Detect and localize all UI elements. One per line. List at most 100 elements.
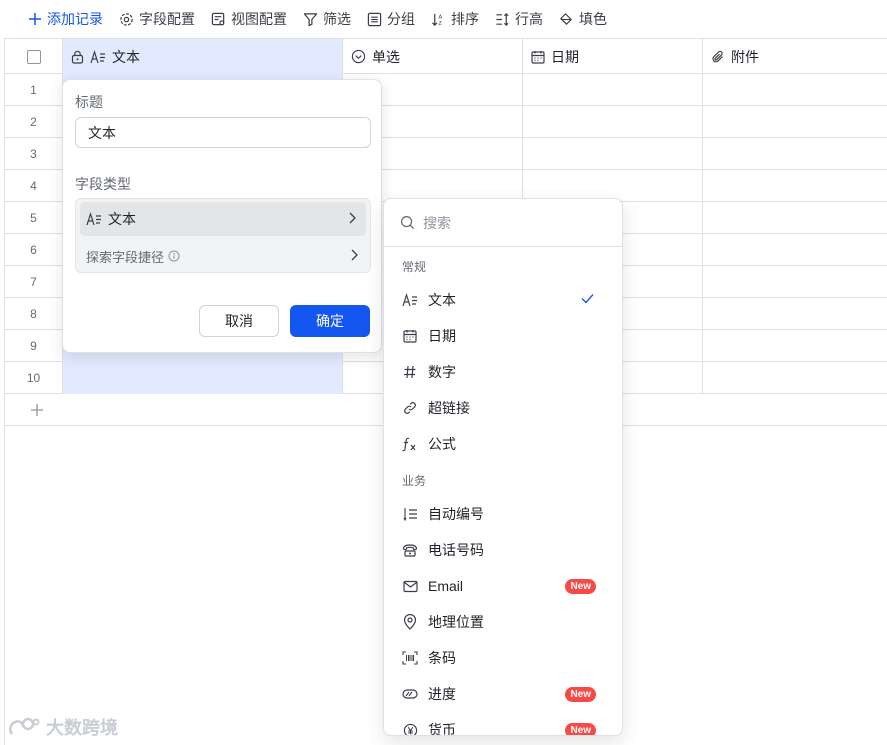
attachment-cell[interactable] xyxy=(703,298,887,330)
location-icon xyxy=(402,614,418,630)
explore-label: 探索字段捷径 xyxy=(86,249,165,265)
field-type-option[interactable]: 条码 xyxy=(384,640,622,676)
date-cell[interactable] xyxy=(523,106,703,138)
row-number: 5 xyxy=(30,211,37,225)
option-label: 公式 xyxy=(428,436,456,452)
field-config-label: 字段配置 xyxy=(139,11,195,27)
attachment-cell[interactable] xyxy=(703,362,887,394)
fill-color-label: 填色 xyxy=(579,11,607,27)
select-all-checkbox[interactable] xyxy=(26,49,41,64)
field-type-option[interactable]: Email New xyxy=(384,568,622,604)
search-bar[interactable]: 搜索 xyxy=(384,199,622,247)
field-edit-popover: 标题 文本 字段类型 文本 探索字段捷径 取消 确定 xyxy=(62,79,382,353)
column-header-single-select[interactable]: 单选 xyxy=(343,39,523,74)
row-height-icon xyxy=(495,12,510,27)
attachment-cell[interactable] xyxy=(703,170,887,202)
option-label: 地理位置 xyxy=(428,614,484,630)
row-number-cell: 4 xyxy=(5,170,63,202)
filter-label: 筛选 xyxy=(323,11,351,27)
confirm-button[interactable]: 确定 xyxy=(290,305,370,337)
attachment-cell[interactable] xyxy=(703,202,887,234)
option-label: 文本 xyxy=(428,292,456,308)
attachment-cell[interactable] xyxy=(703,330,887,362)
group-label: 常规 xyxy=(402,260,427,274)
column-header-date[interactable]: 日期 xyxy=(523,39,703,74)
date-cell[interactable] xyxy=(523,138,703,170)
row-number-cell: 2 xyxy=(5,106,63,138)
row-height-button[interactable]: 行高 xyxy=(495,0,543,38)
attachment-cell[interactable] xyxy=(703,138,887,170)
currency-icon xyxy=(402,723,418,735)
paperclip-icon xyxy=(711,50,725,64)
add-record-label: 添加记录 xyxy=(47,11,103,27)
field-type-box: 文本 探索字段捷径 xyxy=(75,198,371,273)
svg-text:Z: Z xyxy=(439,21,443,27)
field-type-option[interactable]: 自动编号 xyxy=(384,496,622,532)
title-label: 标题 xyxy=(75,94,103,110)
option-label: 数字 xyxy=(428,364,456,380)
text-icon xyxy=(402,293,418,307)
group-button[interactable]: 分组 xyxy=(367,0,415,38)
field-type-option[interactable]: 文本 xyxy=(384,282,622,318)
filter-button[interactable]: 筛选 xyxy=(303,0,351,38)
header-row: 文本 单选 日期 附件 xyxy=(5,39,887,74)
cancel-button[interactable]: 取消 xyxy=(199,305,279,337)
field-type-option[interactable]: 电话号码 xyxy=(384,532,622,568)
title-input[interactable]: 文本 xyxy=(75,117,371,148)
column-header-text[interactable]: 文本 xyxy=(63,39,343,74)
filter-icon xyxy=(303,12,318,27)
row-number: 10 xyxy=(26,371,41,385)
gear-icon xyxy=(119,12,134,27)
field-type-select[interactable]: 文本 xyxy=(80,202,366,236)
row-height-label: 行高 xyxy=(515,11,543,27)
attachment-cell[interactable] xyxy=(703,74,887,106)
attachment-cell[interactable] xyxy=(703,234,887,266)
progress-icon xyxy=(402,688,418,700)
row-number: 7 xyxy=(30,275,37,289)
attachment-cell[interactable] xyxy=(703,266,887,298)
explore-field-shortcuts[interactable]: 探索字段捷径 xyxy=(86,243,362,269)
field-config-button[interactable]: 字段配置 xyxy=(119,0,195,38)
field-type-label: 字段类型 xyxy=(75,176,131,192)
toolbar: 添加记录 字段配置 视图配置 筛选 分组 AZ 排序 行高 填色 xyxy=(0,0,887,38)
option-label: 超链接 xyxy=(428,400,470,416)
field-type-option[interactable]: 货币 New xyxy=(384,712,622,736)
plus-icon xyxy=(30,403,44,417)
field-type-option[interactable]: 日期 xyxy=(384,318,622,354)
option-label: Email xyxy=(428,578,464,594)
sort-label: 排序 xyxy=(451,11,479,27)
search-input[interactable]: 搜索 xyxy=(423,213,451,233)
sort-button[interactable]: AZ 排序 xyxy=(431,0,479,38)
date-cell[interactable] xyxy=(523,74,703,106)
column-header-attachment[interactable]: 附件 xyxy=(703,39,887,74)
view-config-button[interactable]: 视图配置 xyxy=(211,0,287,38)
chevron-right-icon xyxy=(348,212,356,224)
option-label: 自动编号 xyxy=(428,506,484,522)
add-record-button[interactable]: 添加记录 xyxy=(28,0,103,38)
barcode-icon xyxy=(402,651,418,665)
row-number-cell: 6 xyxy=(5,234,63,266)
field-type-option[interactable]: 进度 New xyxy=(384,676,622,712)
row-number-cell: 9 xyxy=(5,330,63,362)
row-number-cell: 7 xyxy=(5,266,63,298)
select-all-cell[interactable] xyxy=(5,39,63,74)
row-number-cell: 5 xyxy=(5,202,63,234)
column-label: 单选 xyxy=(372,48,400,65)
option-label: 货币 xyxy=(428,722,456,736)
plus-icon xyxy=(28,12,42,26)
field-type-option[interactable]: 数字 xyxy=(384,354,622,390)
field-type-option[interactable]: 超链接 xyxy=(384,390,622,426)
fill-color-button[interactable]: 填色 xyxy=(559,0,607,38)
text-cell[interactable] xyxy=(63,362,343,394)
calendar-icon xyxy=(531,50,545,64)
field-type-option[interactable]: 地理位置 xyxy=(384,604,622,640)
lock-icon xyxy=(71,50,84,64)
row-number: 8 xyxy=(30,307,37,321)
field-type-option[interactable]: 公式 xyxy=(384,426,622,462)
group-icon xyxy=(367,12,382,27)
new-badge: New xyxy=(565,687,596,702)
search-icon xyxy=(400,215,415,230)
attachment-cell[interactable] xyxy=(703,106,887,138)
link-icon xyxy=(402,401,418,415)
text-icon xyxy=(86,212,102,226)
